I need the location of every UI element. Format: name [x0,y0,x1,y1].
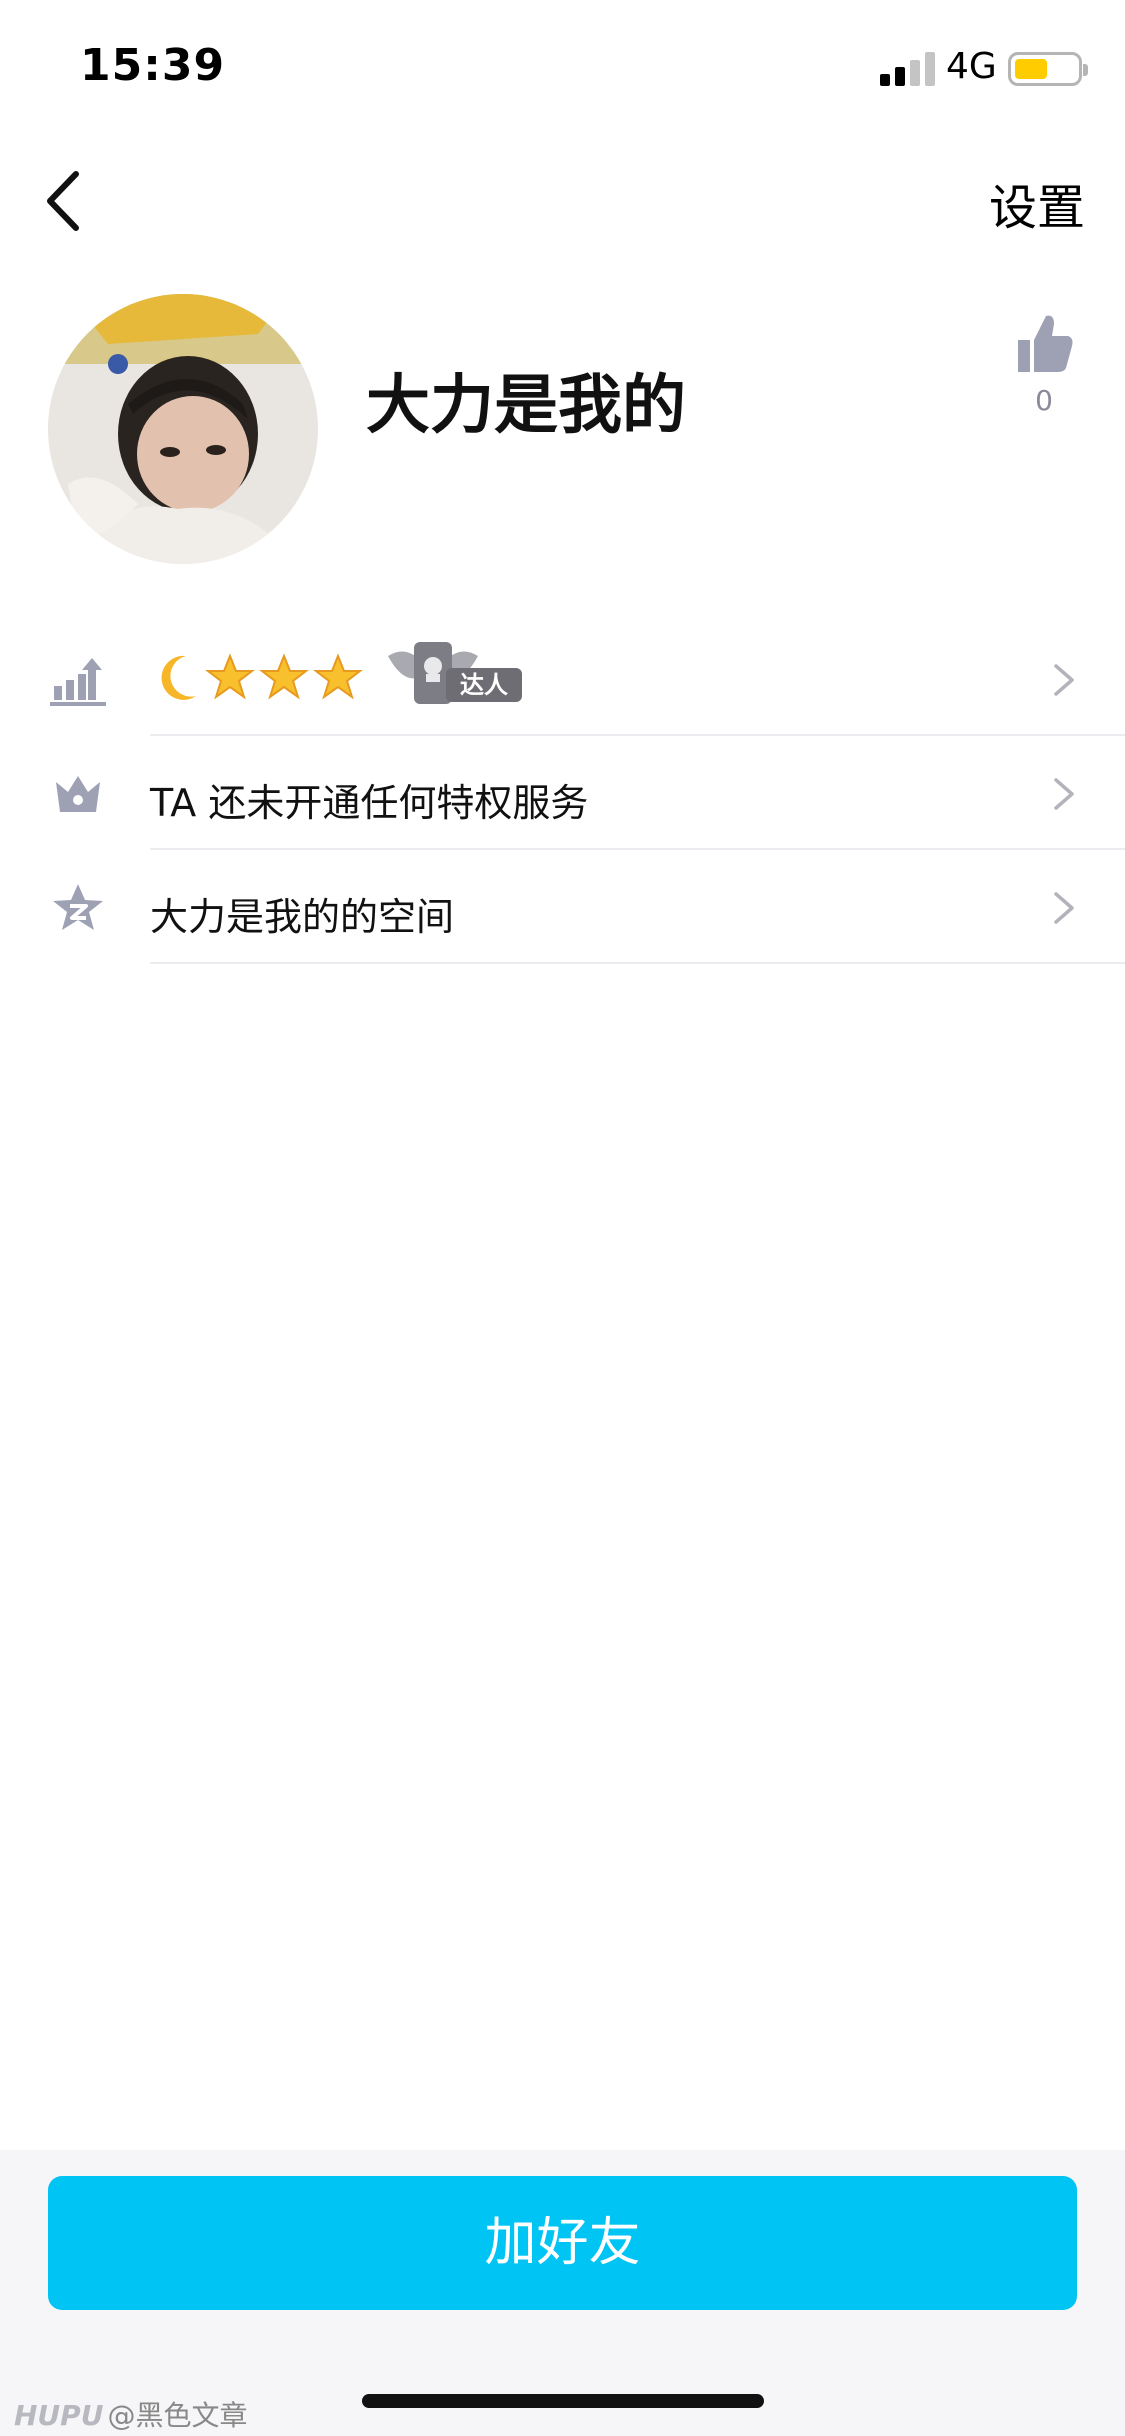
nickname: 大力是我的 [366,369,686,443]
expert-badge[interactable]: 达人 [384,638,530,710]
add-friend-button[interactable]: 加好友 [48,2176,1077,2310]
avatar[interactable] [48,294,318,564]
qzone-star-icon [53,884,103,930]
badge-label: 达人 [446,668,522,702]
status-time: 15:39 [80,40,226,91]
network-type: 4G [946,46,997,87]
settings-button[interactable]: 设置 [989,168,1085,238]
signal-icon [880,52,935,86]
level-row[interactable]: 达人 [0,622,1125,736]
privilege-row[interactable]: TA 还未开通任何特权服务 [0,736,1125,850]
qzone-row[interactable]: 大力是我的的空间 [0,850,1125,964]
chevron-right-icon [1054,778,1074,810]
crown-icon [56,776,100,812]
home-indicator [362,2394,764,2408]
privilege-text: TA 还未开通任何特权服务 [150,781,589,825]
chevron-left-icon[interactable] [40,166,90,236]
watermark-brand: HUPU [14,2399,104,2432]
watermark: HUPU @黑色文章 [14,2394,247,2434]
profile-page: 15:39 4G 设置 大力是我的 0 达人 TA 还未开通任何特权服务 大力是… [0,0,1125,2436]
qzone-text: 大力是我的的空间 [150,895,455,939]
chevron-right-icon [1054,664,1074,696]
watermark-text: @黑色文章 [107,2399,248,2432]
thumbs-up-icon[interactable] [1014,312,1074,376]
divider [150,962,1125,964]
chevron-right-icon [1054,892,1074,924]
level-icons [161,653,363,700]
like-count: 0 [1035,384,1053,417]
battery-icon [1008,52,1088,86]
level-up-icon [50,658,106,706]
